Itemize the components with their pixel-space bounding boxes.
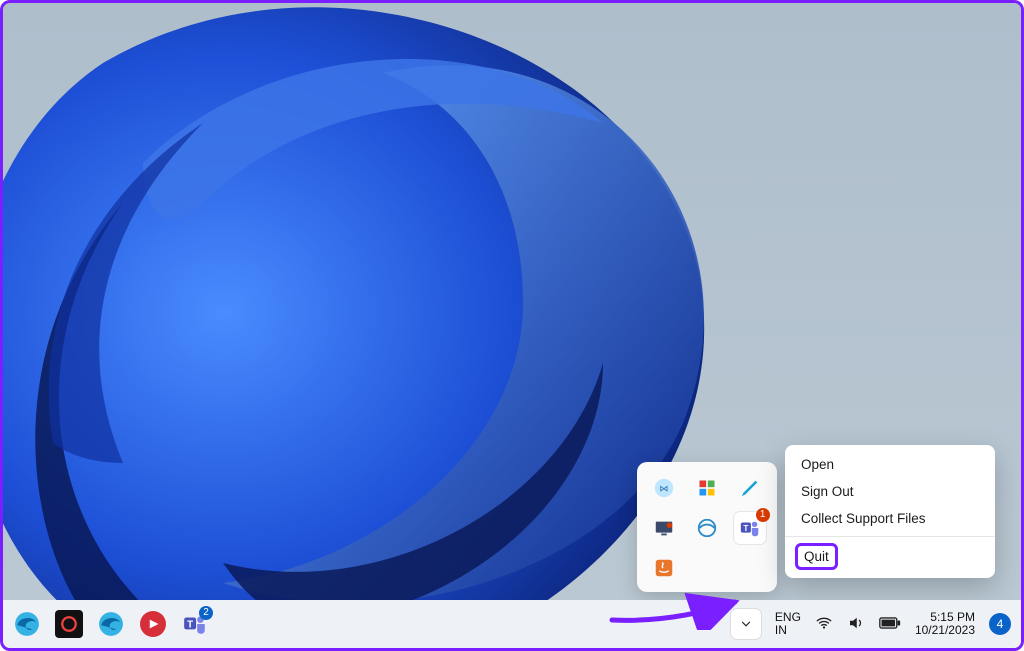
menu-open[interactable]: Open — [785, 451, 995, 478]
taskbar-app-opera[interactable] — [55, 610, 83, 638]
taskbar: T 2 ENG IN 5:15 PM 10/2 — [3, 600, 1021, 648]
tray-teams-badge: 1 — [756, 508, 770, 522]
tray-icon-generic-1[interactable]: ⋈ — [648, 472, 680, 504]
tray-overflow-button[interactable] — [731, 609, 761, 639]
clock[interactable]: 5:15 PM 10/21/2023 — [915, 611, 975, 637]
menu-collect-support[interactable]: Collect Support Files — [785, 505, 995, 532]
taskbar-app-teams[interactable]: T 2 — [181, 610, 209, 638]
tray-icon-display[interactable] — [648, 512, 680, 544]
svg-text:T: T — [187, 619, 193, 630]
taskbar-app-record[interactable] — [139, 610, 167, 638]
tray-icon-edge-ie[interactable] — [691, 512, 723, 544]
volume-icon[interactable] — [847, 614, 865, 635]
svg-text:⋈: ⋈ — [660, 484, 669, 494]
taskbar-app-edge-2[interactable] — [97, 610, 125, 638]
menu-sign-out[interactable]: Sign Out — [785, 478, 995, 505]
tray-icon-teams[interactable]: T 1 — [734, 512, 766, 544]
tray-icon-java[interactable] — [648, 552, 680, 584]
tray-icon-pen[interactable] — [734, 472, 766, 504]
tray-icon-security[interactable] — [691, 472, 723, 504]
teams-context-menu: Open Sign Out Collect Support Files Quit — [785, 445, 995, 578]
tray-overflow-popup: ⋈ T 1 — [637, 462, 777, 592]
notification-count[interactable]: 4 — [989, 613, 1011, 635]
menu-separator — [785, 536, 995, 537]
taskbar-systray: ENG IN 5:15 PM 10/21/2023 4 — [731, 609, 1021, 639]
wifi-icon[interactable] — [815, 614, 833, 635]
menu-quit[interactable]: Quit — [795, 543, 838, 570]
taskbar-app-edge[interactable] — [13, 610, 41, 638]
clock-date: 10/21/2023 — [915, 624, 975, 637]
svg-text:T: T — [743, 524, 748, 533]
lang-line2: IN — [775, 624, 801, 637]
taskbar-pinned-apps: T 2 — [3, 610, 209, 638]
language-indicator[interactable]: ENG IN — [775, 611, 801, 636]
battery-icon[interactable] — [879, 616, 901, 633]
chevron-down-icon — [739, 617, 753, 631]
screenshot-frame: ⋈ T 1 Open Sign Out Collect Support File… — [0, 0, 1024, 651]
taskbar-teams-badge: 2 — [199, 606, 213, 620]
